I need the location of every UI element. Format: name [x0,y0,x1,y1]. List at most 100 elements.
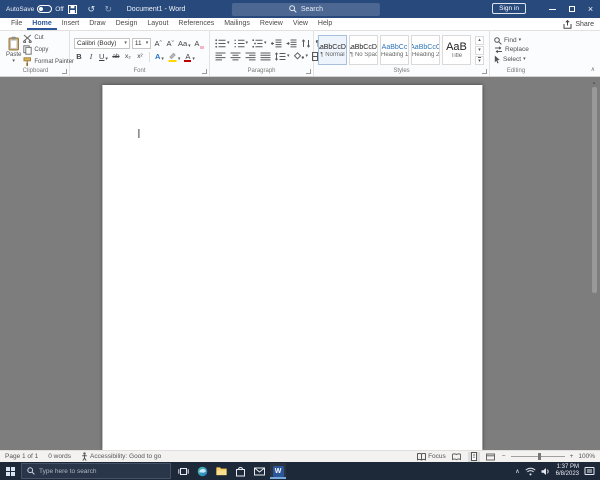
close-button[interactable]: × [581,0,600,18]
font-size-combo[interactable]: 11 ▾ [131,38,152,49]
bold-button[interactable]: B [74,51,84,62]
zoom-in-button[interactable]: + [570,453,574,460]
subscript-button[interactable]: x₂ [123,51,133,62]
multilevel-list-button[interactable]: ▾ [251,38,268,49]
change-case-button[interactable]: Aa ▾ [177,38,191,49]
styles-more-button[interactable]: ▾ [475,55,484,65]
align-left-button[interactable] [214,51,227,62]
font-dialog-launcher[interactable] [202,69,207,74]
highlight-button[interactable]: ▾ [167,51,182,62]
increase-indent-button[interactable] [285,38,298,49]
taskbar-search-input[interactable] [39,467,151,475]
numbering-button[interactable]: ▾ [233,38,250,49]
decrease-indent-button[interactable] [270,38,283,49]
sort-button[interactable] [300,38,313,49]
share-button[interactable]: Share [563,20,594,30]
tab-insert[interactable]: Insert [57,18,85,30]
file-explorer-button[interactable] [213,463,229,479]
vertical-scrollbar[interactable]: ▴ [590,80,598,447]
autosave-toggle[interactable]: AutoSave Off [6,5,64,13]
taskbar-clock[interactable]: 1:37 PM 6/8/2023 [556,464,579,479]
scrollbar-thumb[interactable] [591,87,597,293]
collapse-ribbon-icon[interactable]: ∧ [591,66,595,73]
style-heading-1[interactable]: AaBbCc Heading 1 [380,35,409,65]
focus-button[interactable]: Focus [417,452,446,461]
taskbar-search[interactable] [21,463,171,479]
superscript-button[interactable]: x² [135,51,145,62]
wifi-icon[interactable] [525,467,536,476]
paste-button[interactable]: Paste ▾ [6,36,21,64]
tab-references[interactable]: References [173,18,219,30]
grow-font-button[interactable]: Aˆ [153,38,163,49]
tab-view[interactable]: View [288,18,313,30]
styles-scroll-down-button[interactable]: ▾ [475,45,484,55]
find-button[interactable]: Find ▾ [494,36,529,45]
shrink-font-button[interactable]: Aˇ [165,38,175,49]
style-title[interactable]: AaB Title [442,35,471,65]
search-box[interactable]: Search [231,2,380,16]
action-center-icon[interactable] [584,466,595,477]
text-effects-button[interactable]: A ▾ [154,51,165,62]
tab-layout[interactable]: Layout [142,18,173,30]
read-mode-button[interactable] [451,452,463,462]
font-color-button[interactable]: A ▾ [183,51,196,62]
replace-button[interactable]: Replace [494,45,529,54]
format-painter-button[interactable]: Format Painter [23,56,74,67]
clear-formatting-button[interactable]: A [193,38,205,49]
zoom-slider-thumb[interactable] [537,453,541,460]
zoom-slider[interactable] [510,453,565,460]
bullets-button[interactable]: ▾ [214,38,231,49]
zoom-level[interactable]: 100% [578,453,595,460]
web-layout-button[interactable] [485,452,497,462]
page-indicator[interactable]: Page 1 of 1 [5,453,38,460]
start-button[interactable] [0,462,21,480]
align-right-button[interactable] [244,51,257,62]
speaker-icon[interactable] [541,467,551,476]
style-normal[interactable]: AaBbCcDd ¶ Normal [318,35,347,65]
style-no-spacing[interactable]: AaBbCcDd ¶ No Spac... [349,35,378,65]
save-button[interactable] [67,4,81,14]
tab-file[interactable]: File [6,18,27,30]
document-page[interactable] [102,85,483,450]
tab-help[interactable]: Help [313,18,337,30]
select-button[interactable]: Select ▾ [494,55,529,64]
cut-button[interactable]: Cut [23,34,74,43]
underline-button[interactable]: U ▾ [98,51,109,62]
paragraph-dialog-launcher[interactable] [306,69,311,74]
redo-button[interactable]: ↻ [102,0,115,18]
shading-button[interactable]: ▾ [293,51,310,62]
minimize-button[interactable] [543,0,562,18]
mail-button[interactable] [251,463,267,479]
zoom-out-button[interactable]: − [502,453,506,460]
word-count[interactable]: 0 words [48,453,71,460]
tab-home[interactable]: Home [27,18,56,30]
line-spacing-button[interactable]: ▾ [274,51,291,62]
tray-expand-button[interactable]: ∧ [515,468,519,475]
clipboard-dialog-launcher[interactable] [62,69,67,74]
tab-design[interactable]: Design [111,18,143,30]
print-layout-button[interactable] [467,451,480,462]
justify-button[interactable] [259,51,272,62]
align-center-button[interactable] [229,51,242,62]
styles-dialog-launcher[interactable] [482,69,487,74]
maximize-button[interactable] [562,0,581,18]
style-heading-2[interactable]: AaBbCcC Heading 2 [411,35,440,65]
align-center-icon [230,52,241,61]
tab-draw[interactable]: Draw [84,18,110,30]
scroll-up-icon[interactable]: ▴ [593,80,596,86]
task-view-button[interactable] [175,463,191,479]
store-button[interactable] [232,463,248,479]
sign-in-button[interactable]: Sign in [492,3,526,14]
italic-button[interactable]: I [86,51,96,62]
strikethrough-button[interactable]: ab [111,51,121,62]
edge-button[interactable] [194,463,210,479]
font-name-combo[interactable]: Calibri (Body) ▾ [74,38,130,49]
accessibility-status[interactable]: Accessibility: Good to go [81,452,161,461]
word-taskbar-button[interactable]: W [270,463,286,479]
styles-scroll-up-button[interactable]: ▴ [475,35,484,45]
undo-button[interactable]: ↺ [85,0,98,18]
line-spacing-icon [275,52,286,61]
tab-mailings[interactable]: Mailings [219,18,255,30]
tab-review[interactable]: Review [255,18,288,30]
copy-button[interactable]: Copy [23,44,74,55]
